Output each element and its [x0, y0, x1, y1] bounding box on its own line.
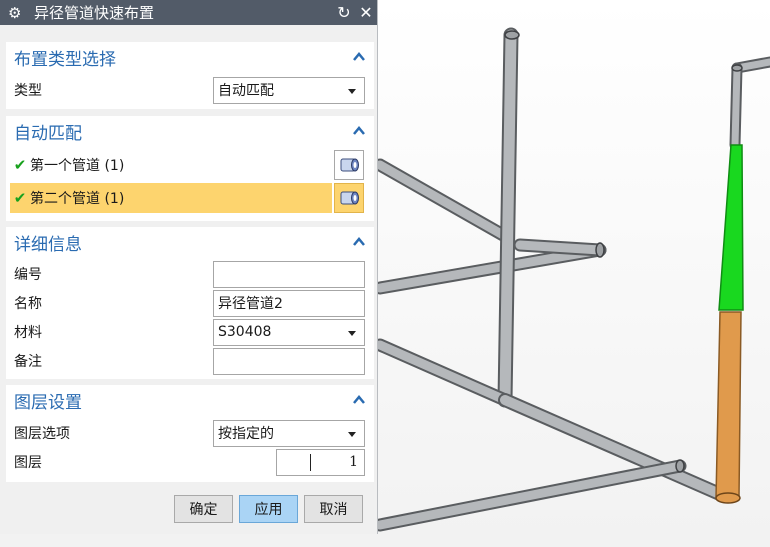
- check-icon: ✔: [13, 156, 27, 174]
- dialog-title: 异径管道快速布置: [34, 4, 155, 22]
- chevron-down-icon: [348, 88, 356, 94]
- section-header[interactable]: 布置类型选择: [6, 42, 374, 72]
- layer-value: 1: [349, 454, 358, 470]
- details-section: 详细信息 编号 名称 异径管道2 材料 S30408 备注: [6, 227, 374, 379]
- type-row: 类型 自动匹配: [6, 76, 374, 104]
- type-label: 类型: [14, 83, 42, 99]
- layer-input[interactable]: 1: [276, 448, 365, 476]
- section-title: 自动匹配: [14, 123, 82, 144]
- material-label: 材料: [14, 325, 42, 341]
- material-value: S30408: [218, 324, 272, 340]
- chevron-up-icon[interactable]: [352, 50, 366, 64]
- layout-type-section: 布置类型选择 类型 自动匹配: [6, 42, 374, 109]
- section-header[interactable]: 详细信息: [6, 227, 374, 257]
- cancel-button[interactable]: 取消: [304, 495, 363, 523]
- layer-option-row: 图层选项 按指定的: [6, 419, 374, 447]
- select-pipe-button[interactable]: [334, 183, 364, 213]
- layer-option-label: 图层选项: [14, 426, 70, 442]
- section-title: 详细信息: [14, 234, 82, 255]
- material-row: 材料 S30408: [6, 318, 374, 346]
- layer-section: 图层设置 图层选项 按指定的 图层 1: [6, 385, 374, 482]
- first-pipe-select[interactable]: ✔ 第一个管道 (1): [10, 150, 332, 180]
- chevron-down-icon: [348, 330, 356, 336]
- chevron-up-icon[interactable]: [352, 393, 366, 407]
- pipe-segment: [729, 62, 743, 151]
- refresh-icon[interactable]: ↻: [333, 3, 355, 22]
- pipe-icon: [340, 191, 359, 205]
- section-header[interactable]: 图层设置: [6, 385, 374, 415]
- section-header[interactable]: 自动匹配: [6, 116, 374, 146]
- type-dropdown[interactable]: 自动匹配: [213, 76, 365, 104]
- layer-option-value: 按指定的: [218, 426, 274, 442]
- section-title: 布置类型选择: [14, 49, 116, 70]
- name-row: 名称 异径管道2: [6, 289, 374, 317]
- first-pipe-label: 第一个管道 (1): [30, 158, 125, 174]
- close-icon[interactable]: ✕: [355, 3, 377, 22]
- second-pipe-select[interactable]: ✔ 第二个管道 (1): [10, 183, 332, 213]
- number-row: 编号: [6, 260, 374, 288]
- name-input[interactable]: 异径管道2: [213, 289, 365, 317]
- apply-button[interactable]: 应用: [239, 495, 298, 523]
- auto-match-section: 自动匹配 ✔ 第一个管道 (1) ✔ 第二个管道 (1): [6, 116, 374, 221]
- number-input[interactable]: [213, 260, 365, 288]
- chevron-down-icon: [348, 431, 356, 437]
- pipe-orange-segment[interactable]: [715, 311, 742, 499]
- name-label: 名称: [14, 296, 42, 312]
- layer-label: 图层: [14, 455, 42, 471]
- note-row: 备注: [6, 347, 374, 375]
- material-dropdown[interactable]: S30408: [213, 318, 365, 346]
- text-cursor: [310, 453, 311, 471]
- layer-option-dropdown[interactable]: 按指定的: [213, 419, 365, 447]
- gear-icon[interactable]: ⚙: [8, 4, 26, 22]
- pipe-icon: [340, 158, 359, 172]
- note-label: 备注: [14, 354, 42, 370]
- layer-row: 图层 1: [6, 448, 374, 476]
- note-input[interactable]: [213, 347, 365, 375]
- chevron-up-icon[interactable]: [352, 124, 366, 138]
- chevron-up-icon[interactable]: [352, 235, 366, 249]
- type-value: 自动匹配: [218, 83, 274, 99]
- select-pipe-button[interactable]: [334, 150, 364, 180]
- check-icon: ✔: [13, 189, 27, 207]
- name-value: 异径管道2: [218, 296, 283, 312]
- section-title: 图层设置: [14, 392, 82, 413]
- second-pipe-label: 第二个管道 (1): [30, 191, 125, 207]
- pipe-segment: [513, 238, 607, 257]
- ok-button[interactable]: 确定: [174, 495, 233, 523]
- reducer-layout-dialog: ⚙ 异径管道快速布置 ↻ ✕ 布置类型选择 类型 自动匹配 自动匹配 ✔ 第一个…: [0, 0, 378, 534]
- dialog-titlebar: ⚙ 异径管道快速布置 ↻ ✕: [0, 0, 377, 25]
- number-label: 编号: [14, 267, 42, 283]
- pipe-segment: [497, 27, 519, 408]
